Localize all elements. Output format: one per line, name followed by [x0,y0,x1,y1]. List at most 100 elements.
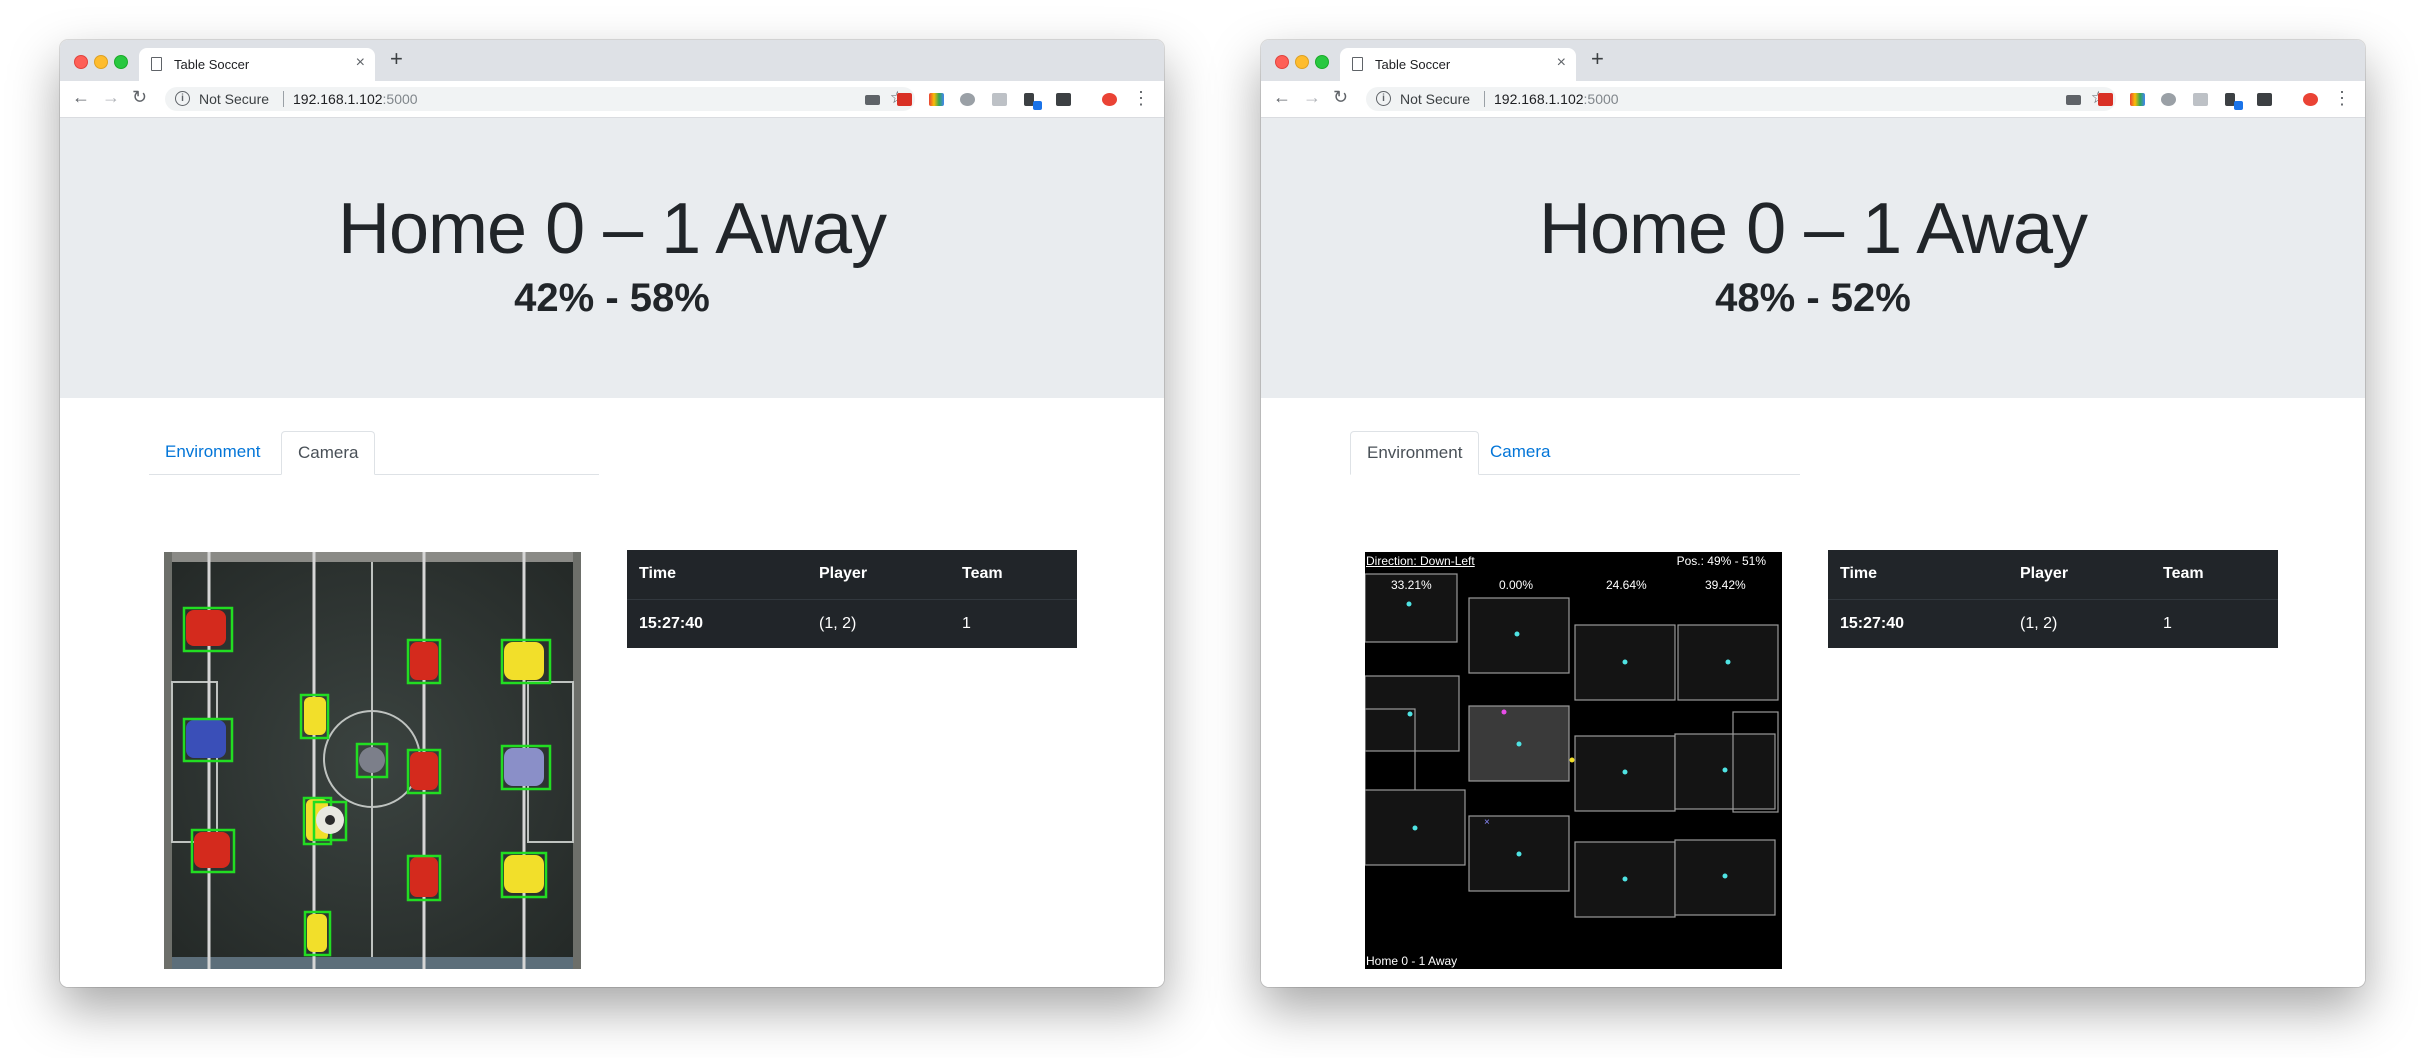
column-header-team: Team [2163,565,2204,582]
badge-icon [1033,101,1042,110]
divider [283,91,284,107]
download-extension-icon[interactable] [2257,93,2272,106]
zone-center-dot [1722,873,1728,879]
url-text[interactable]: 192.168.1.102:5000 [1494,91,1619,107]
zone-center-dot [1722,767,1728,773]
zone-center-dot [1516,851,1522,857]
close-icon[interactable]: × [356,54,365,72]
tab-environment[interactable]: Environment [1350,431,1480,475]
close-window-button[interactable] [74,55,88,69]
security-label: Not Secure [199,91,270,107]
cell-time: 15:27:40 [639,615,704,632]
tab-strip: Table Soccer × + [1261,40,2365,81]
forward-arrow-icon[interactable]: → [102,87,120,108]
gear-extension-icon[interactable] [1102,93,1117,106]
zone-center-dot [1622,659,1628,665]
reload-icon[interactable]: ↻ [132,87,147,108]
circle-extension-icon[interactable] [2161,93,2176,106]
environment-grid [1365,573,1779,918]
tab-camera[interactable]: Camera [1474,431,1566,473]
close-icon[interactable]: × [1557,54,1566,72]
jumbotron: Home 0 – 1 Away 42% - 58% [60,118,1164,398]
download-extension-icon[interactable] [1056,93,1071,106]
gear-extension-icon[interactable] [2303,93,2318,106]
minimize-window-button[interactable] [94,55,108,69]
menu-dots-icon[interactable]: ⋮ [2333,87,2351,109]
tab-title: Table Soccer [174,57,250,72]
cell-team: 1 [2163,615,2172,632]
page-content: Home 0 – 1 Away 48% - 52% Environment Ca… [1261,118,2365,987]
address-bar[interactable]: i Not Secure 192.168.1.102:5000 ☆ [1366,87,2116,111]
m-extension-icon[interactable] [929,93,944,106]
zone-percentage-3: 24.64% [1606,578,1647,592]
browser-tab[interactable]: Table Soccer × [1340,48,1576,81]
minimize-window-button[interactable] [1295,55,1309,69]
zone-center-dot [1407,711,1413,717]
divider [1484,91,1485,107]
cross-marker: × [1484,817,1490,828]
url-text[interactable]: 192.168.1.102:5000 [293,91,418,107]
zone-center-dot [1406,601,1412,607]
mail-extension-icon[interactable] [865,95,880,105]
column-header-time: Time [1840,565,1878,582]
row-divider [1828,599,2278,600]
foosball-camera-image [164,552,581,969]
column-header-player: Player [819,565,868,582]
player-yellow-5 [500,851,548,899]
mail-extension-icon[interactable] [2066,95,2081,105]
environment-footer: Home 0 - 1 Away [1366,954,1458,968]
circle-extension-icon[interactable] [960,93,975,106]
back-arrow-icon[interactable]: ← [72,87,90,108]
chat-extension-icon[interactable] [2193,93,2208,106]
maximize-window-button[interactable] [114,55,128,69]
tab-camera[interactable]: Camera [281,431,376,475]
player-red-3 [406,638,442,685]
cell-player: (1, 2) [819,615,857,632]
direction-label: Direction: Down-Left [1366,554,1475,568]
forward-arrow-icon[interactable]: → [1303,87,1321,108]
browser-tab[interactable]: Table Soccer × [139,48,375,81]
cell-time: 15:27:40 [1840,615,1905,632]
browser-window-right: Table Soccer × + ← → ↻ i Not Secure 192.… [1261,40,2365,987]
zone-center-dot [1514,631,1520,637]
zone-center-dot [1516,741,1522,747]
cell-team: 1 [962,615,971,632]
reload-icon[interactable]: ↻ [1333,87,1348,108]
back-arrow-icon[interactable]: ← [1273,87,1291,108]
score-heading: Home 0 – 1 Away [338,189,887,269]
m-extension-icon[interactable] [2130,93,2145,106]
red-extension-icon[interactable] [897,93,912,106]
column-header-player: Player [2020,565,2069,582]
zone-center-dot [1622,876,1628,882]
column-header-time: Time [639,565,677,582]
tab-environment[interactable]: Environment [149,431,276,473]
zone-percentage-2: 0.00% [1499,578,1534,592]
page-icon [1352,57,1363,71]
address-bar[interactable]: i Not Secure 192.168.1.102:5000 ☆ [165,87,915,111]
plus-icon[interactable]: + [1591,46,1604,72]
tab-title: Table Soccer [1375,57,1451,72]
player-yellow-3 [303,910,332,957]
nav-tabs: Environment Camera [149,431,599,475]
zone-center-dot [1412,825,1418,831]
chat-extension-icon[interactable] [992,93,1007,106]
info-icon[interactable]: i [1376,91,1391,106]
ball-marker [1569,757,1575,763]
player-red-5 [406,854,442,902]
nav-tabs: Environment Camera [1350,431,1800,475]
score-heading: Home 0 – 1 Away [1539,189,2088,269]
zone-percentage-4: 39.42% [1705,578,1746,592]
possession-heading: 48% - 52% [1715,276,1911,320]
events-table: Time Player Team 15:27:40 (1, 2) 1 [627,550,1077,648]
maximize-window-button[interactable] [1315,55,1329,69]
zone-center-dot [1622,769,1628,775]
close-window-button[interactable] [1275,55,1289,69]
info-icon[interactable]: i [175,91,190,106]
red-extension-icon[interactable] [2098,93,2113,106]
menu-dots-icon[interactable]: ⋮ [1132,87,1150,109]
browser-toolbar: ← → ↻ i Not Secure 192.168.1.102:5000 ☆ … [60,81,1164,118]
plus-icon[interactable]: + [390,46,403,72]
player-red-4 [406,748,442,795]
jumbotron: Home 0 – 1 Away 48% - 52% [1261,118,2365,398]
badge-icon [2234,101,2243,110]
